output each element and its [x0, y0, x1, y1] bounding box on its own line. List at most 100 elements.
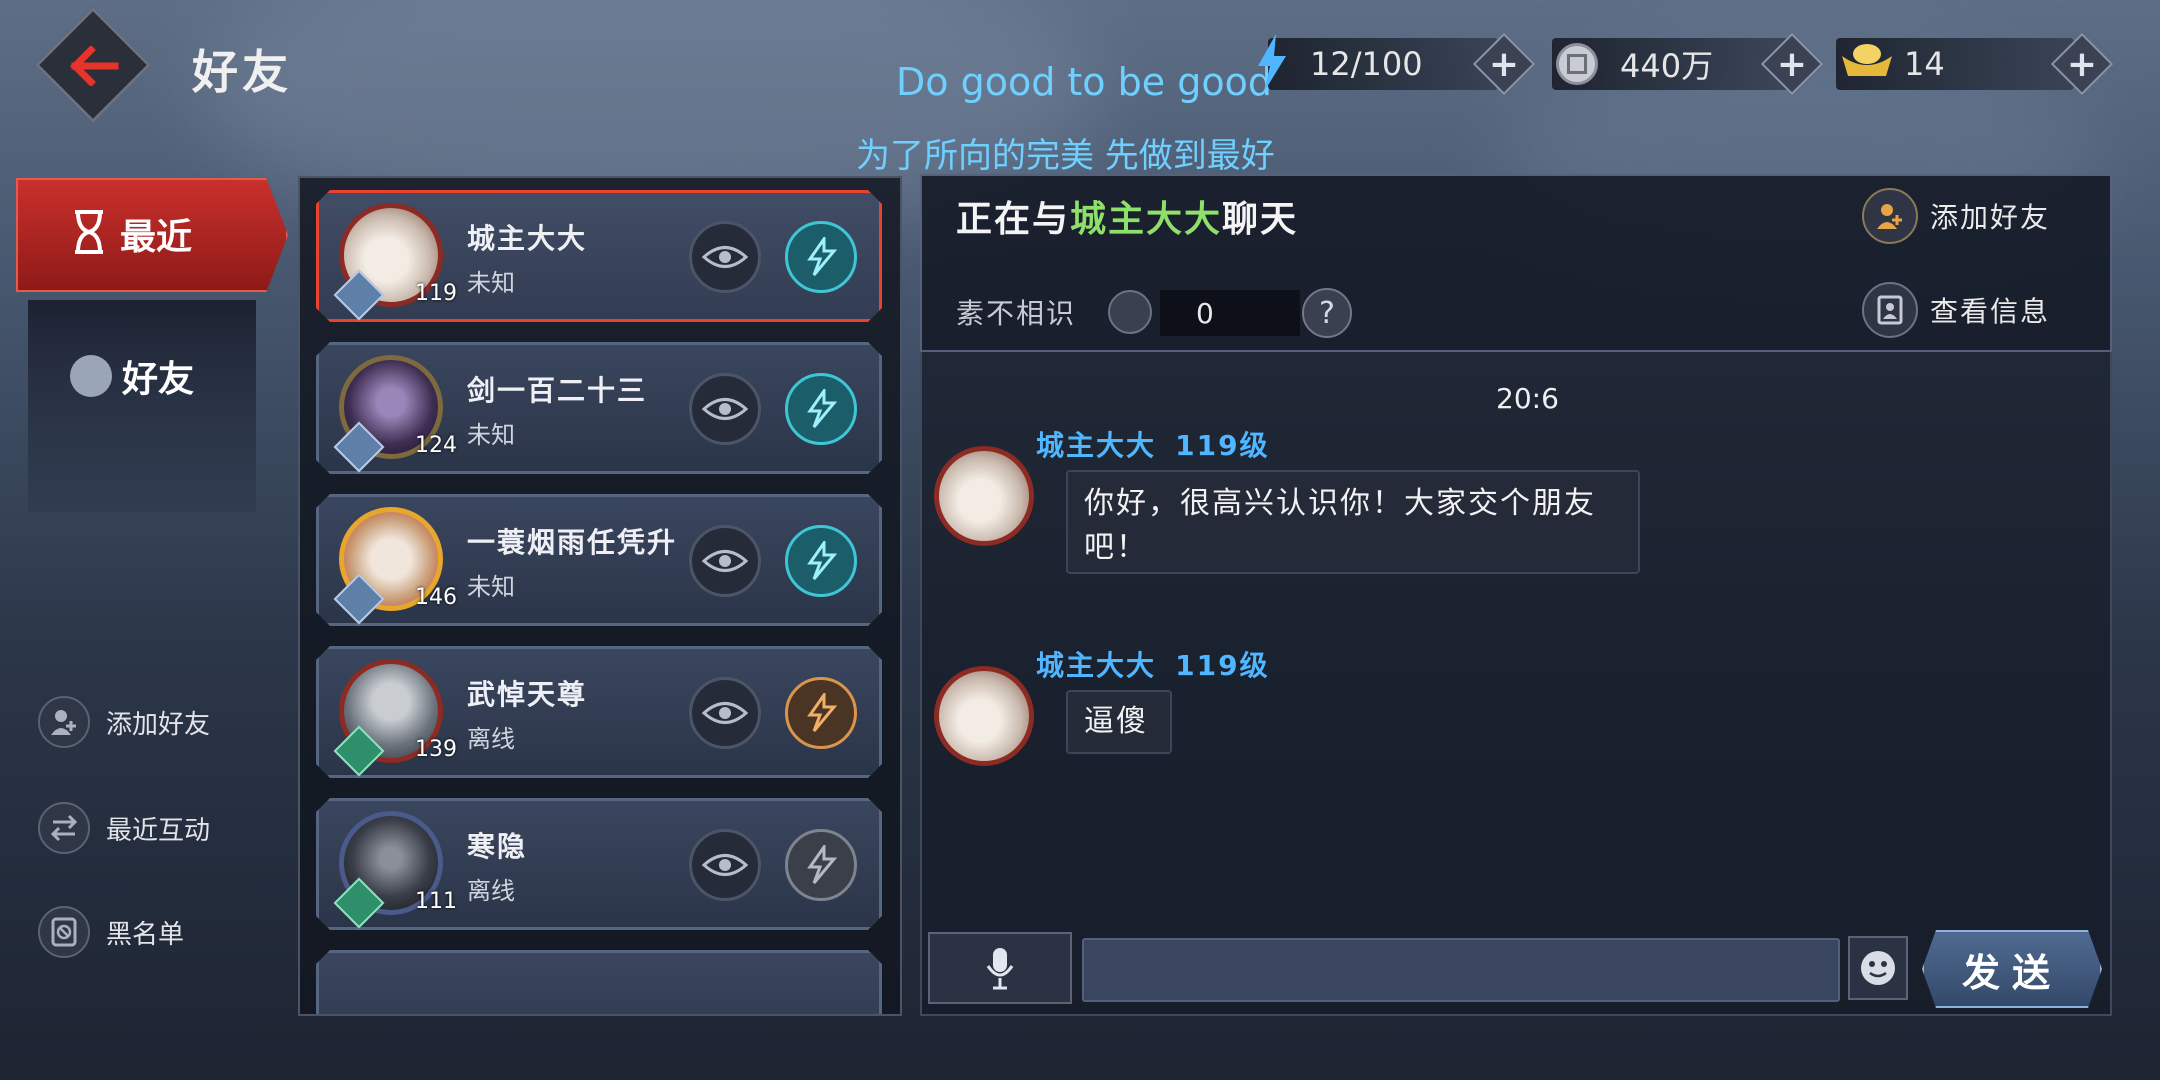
sender-level: 119级 — [1175, 649, 1270, 682]
friend-card[interactable]: 124 剑一百二十三 未知 — [316, 342, 882, 474]
header-add-friend-button[interactable]: 添加好友 — [1862, 188, 2050, 244]
send-button[interactable]: 发送 — [1922, 930, 2102, 1008]
swap-arrows-icon — [38, 802, 90, 854]
voice-button[interactable] — [928, 932, 1072, 1004]
emoji-button[interactable] — [1848, 936, 1908, 1000]
gold-plus-button[interactable]: + — [2050, 32, 2114, 96]
side-add-friend-label: 添加好友 — [106, 709, 211, 740]
friend-status: 离线 — [467, 877, 515, 905]
relation-label: 素不相识 — [956, 297, 1077, 330]
tab-friends-content: 好友 — [70, 350, 194, 402]
add-user-icon — [38, 696, 90, 748]
view-profile-button[interactable] — [689, 677, 761, 749]
chat-action-button[interactable] — [785, 525, 857, 597]
microphone-icon — [986, 948, 1014, 990]
plus-icon: + — [1488, 43, 1520, 85]
hourglass-icon — [72, 209, 106, 259]
quill-icon — [802, 389, 840, 429]
message-bubble: 你好，很高兴认识你！大家交个朋友吧！ — [1066, 470, 1640, 574]
energy-icon — [1254, 34, 1290, 100]
friend-name: 寒隐 — [467, 830, 528, 863]
sender-level: 119级 — [1175, 429, 1270, 462]
friend-name: 剑一百二十三 — [467, 374, 648, 407]
smiley-icon — [1861, 951, 1895, 985]
gold-value: 14 — [1904, 45, 1945, 83]
side-blacklist-label: 黑名单 — [106, 919, 185, 950]
friend-card[interactable]: 111 寒隐 离线 — [316, 798, 882, 930]
coin-value: 440万 — [1620, 47, 1714, 85]
friend-status: 未知 — [467, 421, 515, 449]
friend-level: 119 — [415, 281, 457, 306]
resource-coin: 440万 — [1552, 38, 1790, 90]
tab-recent-label: 最近 — [120, 217, 193, 258]
side-blacklist-button[interactable]: 黑名单 — [38, 906, 184, 958]
sender-name: 城主大大 — [1036, 429, 1157, 462]
friend-level: 146 — [415, 585, 457, 610]
avatar[interactable] — [934, 446, 1034, 546]
tab-recent-content: 最近 — [72, 208, 192, 260]
message-sender: 城主大大 119级 — [1036, 424, 1270, 464]
friend-card[interactable]: 146 一蓑烟雨任凭升 未知 — [316, 494, 882, 626]
quill-icon — [802, 237, 840, 277]
resource-gold: 14 — [1836, 38, 2074, 90]
id-card-icon — [1862, 282, 1918, 338]
plus-icon: + — [2066, 43, 2098, 85]
energy-plus-button[interactable]: + — [1472, 32, 1536, 96]
friend-status: 离线 — [467, 725, 515, 753]
view-info-button[interactable]: 查看信息 — [1862, 282, 2050, 338]
gold-ingot-icon — [1840, 40, 1894, 88]
page-title: 好友 — [192, 45, 292, 99]
eye-icon — [702, 700, 748, 726]
eye-icon — [702, 244, 748, 270]
chat-partner-name: 城主大大 — [1070, 199, 1223, 240]
side-recent-interaction-label: 最近互动 — [106, 815, 211, 846]
quill-icon — [802, 541, 840, 581]
view-profile-button[interactable] — [689, 829, 761, 901]
side-recent-interaction-button[interactable]: 最近互动 — [38, 802, 210, 854]
view-profile-button[interactable] — [689, 373, 761, 445]
intimacy-icon — [1108, 290, 1152, 334]
view-info-label: 查看信息 — [1930, 295, 2051, 328]
friend-level: 139 — [415, 737, 457, 762]
quill-icon — [802, 693, 840, 733]
message-sender: 城主大大 119级 — [1036, 644, 1270, 684]
friend-level: 111 — [415, 889, 457, 914]
overlay-caption-en: Do good to be good — [896, 60, 1272, 104]
help-button[interactable]: ? — [1302, 288, 1352, 338]
coin-plus-button[interactable]: + — [1760, 32, 1824, 96]
chat-action-button[interactable] — [785, 829, 857, 901]
relation-value: 0 — [1160, 290, 1300, 336]
view-profile-button[interactable] — [689, 221, 761, 293]
friend-status: 未知 — [467, 573, 515, 601]
friend-list-panel: 119 城主大大 未知 124 剑一百二十三 未知 146 一蓑烟雨任凭升 未知 — [298, 176, 902, 1016]
friend-level: 124 — [415, 433, 457, 458]
friend-card[interactable]: 139 武悼天尊 离线 — [316, 646, 882, 778]
add-user-icon — [1862, 188, 1918, 244]
friend-card[interactable] — [316, 950, 882, 1016]
chat-action-button[interactable] — [785, 677, 857, 749]
sender-name: 城主大大 — [1036, 649, 1157, 682]
eye-icon — [702, 396, 748, 422]
friend-card[interactable]: 119 城主大大 未知 — [316, 190, 882, 322]
side-add-friend-button[interactable]: 添加好友 — [38, 696, 210, 748]
avatar[interactable] — [934, 666, 1034, 766]
friend-name: 武悼天尊 — [467, 678, 588, 711]
plus-icon: + — [1776, 43, 1808, 85]
eye-icon — [702, 548, 748, 574]
friend-status: 未知 — [467, 269, 515, 297]
quill-icon — [802, 845, 840, 885]
view-profile-button[interactable] — [689, 525, 761, 597]
header-add-friend-label: 添加好友 — [1930, 201, 2051, 234]
chat-action-button[interactable] — [785, 221, 857, 293]
blacklist-icon — [38, 906, 90, 958]
friend-name: 城主大大 — [467, 222, 588, 255]
chat-action-button[interactable] — [785, 373, 857, 445]
eye-icon — [702, 852, 748, 878]
chat-input[interactable] — [1082, 938, 1840, 1002]
tab-friends[interactable] — [28, 300, 256, 512]
friend-name: 一蓑烟雨任凭升 — [467, 526, 678, 559]
resource-energy: 12/100 — [1258, 34, 1498, 92]
tab-friends-label: 好友 — [122, 359, 195, 400]
overlay-caption-cn: 为了所向的完美 先做到最好 — [856, 136, 1275, 176]
friends-icon — [70, 355, 112, 397]
